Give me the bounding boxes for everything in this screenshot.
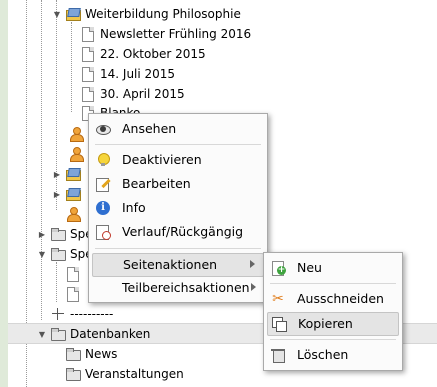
page-icon [80,46,96,62]
tree-item-newsletter[interactable]: Newsletter Frühling 2016 [80,24,251,44]
tree-item-mail-folder[interactable]: ▶ [52,164,85,184]
tree-item-news[interactable]: News [65,344,117,364]
eye-icon [95,121,111,137]
tree-item-label: Newsletter Frühling 2016 [100,27,252,41]
tree-item-label: 14. Juli 2015 [100,67,176,81]
folder-icon [50,246,66,262]
menu-divider [270,283,396,284]
tree-item-spe-1[interactable]: ▶ Spe [37,224,93,244]
tree-item-veranstaltungen[interactable]: Veranstaltungen [65,364,184,384]
menu-item-label: Teilbereichsaktionen [122,280,250,295]
menu-item-label: Löschen [297,347,349,362]
info-icon [95,200,111,216]
menu-item-label: Seitenaktionen [123,257,218,272]
bulb-icon [95,152,111,168]
tree-item-label: 30. April 2015 [100,87,185,101]
menu-item-label: Ansehen [122,121,177,136]
user-icon [68,146,84,162]
expand-toggle-icon[interactable]: ▶ [52,169,62,179]
context-menu: Ansehen Deaktivieren Bearbeiten Info Ver… [88,113,268,303]
menu-item-verlauf[interactable]: Verlauf/Rückgängig [92,221,264,243]
mail-folder-icon [65,6,81,22]
history-icon [95,224,111,240]
tree-item-user[interactable] [68,144,88,164]
tree-item-spe-2[interactable]: ▼ Spe [37,244,93,264]
menu-item-label: Neu [297,260,322,275]
expand-toggle-icon[interactable]: ▶ [52,189,62,199]
folder-icon [65,346,81,362]
tree-item-label: Datenbanken [70,327,151,341]
scissors-icon: ✂ [272,291,284,307]
tree-item-label: Veranstaltungen [85,367,184,381]
submenu-item-neu[interactable]: Neu [267,257,399,279]
chevron-right-icon [251,283,256,291]
tree-line [56,262,57,302]
menu-item-label: Verlauf/Rückgängig [122,224,244,239]
menu-item-label: Bearbeiten [122,176,191,191]
tree-gutter [0,0,8,387]
copy-icon [271,316,287,332]
tree-item-separator[interactable]: ---------- [50,304,113,324]
tree-item-weiterbildung[interactable]: ▼ Weiterbildung Philosophie [52,4,241,24]
tree-item-datenbanken[interactable]: ▼ Datenbanken [37,324,150,344]
menu-item-label: Ausschneiden [297,291,384,306]
page-icon [65,286,81,302]
tree-item-oktober[interactable]: 22. Oktober 2015 [80,44,206,64]
tree-item-label: ---------- [70,307,114,321]
menu-item-deaktivieren[interactable]: Deaktivieren [92,149,264,171]
user-icon [65,206,81,222]
new-page-icon [270,260,286,276]
tree-item-page[interactable] [65,284,85,304]
empty-icon-slot [95,280,111,296]
tree-item-label: 22. Oktober 2015 [100,47,206,61]
menu-item-label: Kopieren [298,316,353,331]
edit-icon [95,176,111,192]
folder-icon [65,366,81,382]
menu-divider [95,144,261,145]
tree-item-juli[interactable]: 14. Juli 2015 [80,64,175,84]
chevron-right-icon [250,260,255,268]
mail-folder-icon [65,186,81,202]
page-icon [80,26,96,42]
submenu-item-kopieren[interactable]: Kopieren [267,312,399,336]
page-icon [80,86,96,102]
submenu-item-ausschneiden[interactable]: ✂ Ausschneiden [267,288,399,310]
menu-item-label: Deaktivieren [122,152,202,167]
mail-folder-icon [65,166,81,182]
tree-line [71,22,72,112]
trash-icon [270,347,286,363]
menu-item-label: Info [122,200,146,215]
folder-icon [50,226,66,242]
menu-item-info[interactable]: Info [92,197,264,219]
separator-icon [50,306,66,322]
menu-divider [95,248,261,249]
collapse-toggle-icon[interactable]: ▼ [52,9,62,19]
empty-icon-slot [96,257,112,273]
user-icon [68,126,84,142]
menu-item-bearbeiten[interactable]: Bearbeiten [92,173,264,195]
collapse-toggle-icon[interactable]: ▼ [37,249,47,259]
submenu-item-loeschen[interactable]: Löschen [267,344,399,366]
tree-item-user[interactable] [65,204,85,224]
tree-item-mail-folder[interactable]: ▶ [52,184,85,204]
tree-item-label: Weiterbildung Philosophie [85,7,241,21]
menu-item-seitenaktionen[interactable]: Seitenaktionen [92,253,264,277]
tree-item-user[interactable] [68,124,88,144]
tree-item-page[interactable] [65,264,85,284]
tree-item-april[interactable]: 30. April 2015 [80,84,185,104]
menu-divider [270,339,396,340]
menu-item-ansehen[interactable]: Ansehen [92,118,264,140]
page-icon [80,66,96,82]
tree-line [41,0,42,320]
collapse-toggle-icon[interactable]: ▼ [37,329,47,339]
tree-item-label: News [85,347,118,361]
menu-item-teilbereichsaktionen[interactable]: Teilbereichsaktionen [92,277,264,299]
page-icon [65,266,81,282]
folder-icon [50,326,66,342]
page-actions-submenu: Neu ✂ Ausschneiden Kopieren Löschen [263,252,403,371]
expand-toggle-icon[interactable]: ▶ [37,229,47,239]
